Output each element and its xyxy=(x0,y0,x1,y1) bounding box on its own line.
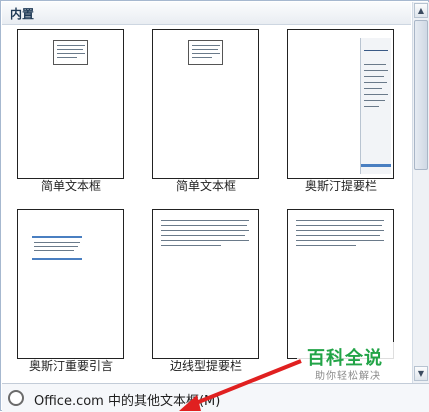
watermark-logo: 百科全说 助你轻松解决 xyxy=(297,342,407,382)
item-label: 奥斯汀重要引言 xyxy=(28,359,113,373)
scroll-thumb[interactable] xyxy=(414,20,428,170)
page-thumbnail xyxy=(17,209,124,359)
watermark-subtitle: 助你轻松解决 xyxy=(315,371,381,382)
sidebar-preview xyxy=(161,218,251,258)
item-label: 简单文本框 xyxy=(40,179,101,193)
gallery-item-austin-sidebar[interactable]: 奥斯汀提要栏 xyxy=(281,25,411,201)
quote-preview xyxy=(32,236,82,262)
office-globe-icon xyxy=(8,390,24,406)
page-thumbnail xyxy=(152,29,259,179)
vertical-scrollbar[interactable]: ▲ ▼ xyxy=(412,2,429,383)
gallery-item-border-sidebar[interactable]: 边线型提要栏 xyxy=(146,205,276,381)
page-thumbnail xyxy=(287,209,394,359)
item-label: 简单文本框 xyxy=(175,179,236,193)
chevron-down-icon[interactable]: ▼ xyxy=(414,366,428,381)
page-thumbnail xyxy=(287,29,394,179)
text-preview xyxy=(296,218,386,258)
textbox-preview xyxy=(53,40,88,65)
gallery-header: 内置 xyxy=(2,2,411,25)
item-label: 边线型提要栏 xyxy=(169,359,242,373)
chevron-up-icon[interactable]: ▲ xyxy=(414,3,428,18)
page-thumbnail xyxy=(17,29,124,179)
gallery-item-austin-quote[interactable]: 奥斯汀重要引言 xyxy=(11,205,141,381)
item-label: 奥斯汀提要栏 xyxy=(304,179,377,193)
more-textboxes-label: Office.com 中的其他文本框(M) xyxy=(34,394,221,409)
textbox-preview xyxy=(188,40,223,65)
more-textboxes-menu-item[interactable]: Office.com 中的其他文本框(M) xyxy=(2,383,429,412)
textbox-gallery: 内置 简单文本框 简单文本框 奥斯汀提要栏 奥斯汀重要引言 边线型提要栏 ▲ ▼… xyxy=(0,0,429,412)
gallery-item-simple-1[interactable]: 简单文本框 xyxy=(11,25,141,201)
gallery-item-simple-2[interactable]: 简单文本框 xyxy=(146,25,276,201)
sidebar-preview xyxy=(360,38,391,174)
section-title: 内置 xyxy=(10,7,35,21)
page-thumbnail xyxy=(152,209,259,359)
